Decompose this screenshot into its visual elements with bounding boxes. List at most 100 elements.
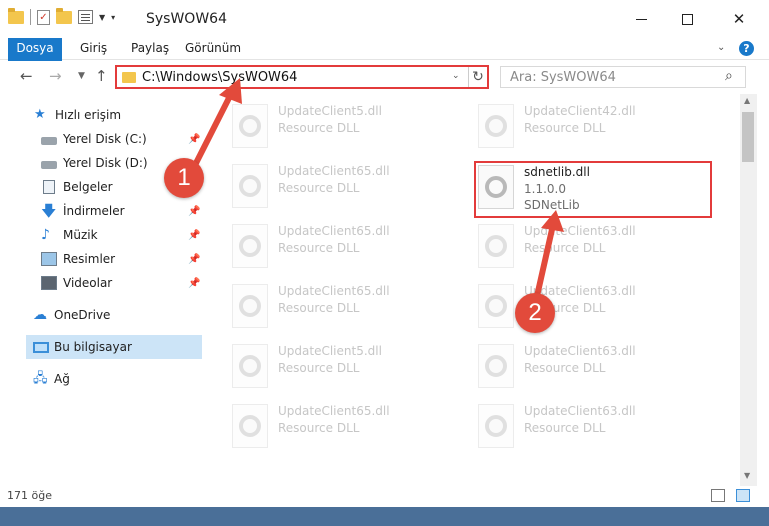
- dll-file-icon: [232, 224, 268, 268]
- gear-icon: [239, 295, 261, 317]
- file-item[interactable]: UpdateClient5.dll Resource DLL: [232, 102, 472, 158]
- sidebar-item-label: Hızlı erişim: [55, 108, 122, 122]
- properties-check-icon[interactable]: ✓: [37, 9, 50, 25]
- gear-icon: [485, 115, 507, 137]
- address-path[interactable]: C:\Windows\SysWOW64: [142, 70, 297, 85]
- expand-ribbon-icon[interactable]: ⌄: [717, 42, 725, 53]
- sidebar-item-label: Müzik: [63, 228, 98, 242]
- address-dropdown-icon[interactable]: ⌄: [452, 71, 460, 81]
- address-bar[interactable]: C:\Windows\SysWOW64 ⌄ ↻: [115, 65, 489, 89]
- ribbon-tabs: Dosya Giriş Paylaş Görünüm ⌄ ?: [0, 38, 769, 94]
- pin-icon[interactable]: 📌: [188, 134, 200, 145]
- file-item[interactable]: UpdateClient5.dll Resource DLL: [232, 342, 472, 398]
- gear-icon: [239, 415, 261, 437]
- recent-locations-icon[interactable]: ▼: [78, 71, 85, 81]
- dll-file-icon: [478, 284, 514, 328]
- file-type: Resource DLL: [278, 421, 360, 435]
- file-list: UpdateClient5.dll Resource DLL UpdateCli…: [204, 94, 740, 484]
- star-icon: ★: [34, 107, 46, 122]
- toolbar-dropdown-icon[interactable]: ▾: [111, 13, 115, 22]
- gear-icon: [239, 235, 261, 257]
- details-view-icon[interactable]: [711, 489, 725, 502]
- sidebar-item-network[interactable]: 🖧 Ağ: [0, 367, 202, 391]
- scroll-up-icon[interactable]: ▲: [744, 96, 750, 105]
- drive-icon: [41, 160, 57, 169]
- sidebar-item-pictures[interactable]: Resimler 📌: [0, 247, 202, 271]
- sidebar-item-label: Yerel Disk (D:): [63, 156, 148, 170]
- gear-icon: [485, 235, 507, 257]
- gear-icon: [485, 415, 507, 437]
- dll-file-icon: [232, 164, 268, 208]
- file-item[interactable]: UpdateClient63.dll Resource DLL: [478, 402, 718, 458]
- scroll-down-icon[interactable]: ▼: [744, 471, 750, 480]
- help-icon[interactable]: ?: [739, 41, 754, 56]
- back-arrow-icon[interactable]: ←: [20, 67, 33, 85]
- pin-icon[interactable]: 📌: [188, 230, 200, 241]
- forward-arrow-icon[interactable]: →: [49, 67, 62, 85]
- file-type: Resource DLL: [524, 421, 606, 435]
- sidebar-item-label: OneDrive: [54, 308, 111, 322]
- file-item[interactable]: UpdateClient63.dll Resource DLL: [478, 222, 718, 278]
- computer-icon: [33, 341, 49, 353]
- gear-icon: [485, 355, 507, 377]
- sidebar-item-this-pc[interactable]: Bu bilgisayar: [26, 335, 202, 359]
- properties-icon[interactable]: [78, 10, 93, 24]
- dll-file-icon: [478, 344, 514, 388]
- search-icon[interactable]: ⌕: [725, 68, 733, 84]
- download-icon: 🡇: [41, 202, 57, 220]
- tab-share[interactable]: Paylaş: [131, 38, 169, 60]
- minimize-button[interactable]: [618, 0, 664, 38]
- minimize-icon: [635, 18, 647, 20]
- sidebar-item-label: Bu bilgisayar: [54, 340, 132, 354]
- pin-icon[interactable]: 📌: [188, 206, 200, 217]
- tab-home[interactable]: Giriş: [80, 38, 107, 60]
- music-icon: ♪: [41, 227, 50, 243]
- status-bar: 171 öğe: [0, 486, 769, 507]
- folder-icon: [8, 7, 24, 24]
- file-item[interactable]: UpdateClient65.dll Resource DLL: [232, 282, 472, 338]
- sidebar-item-downloads[interactable]: 🡇 İndirmeler 📌: [0, 199, 202, 223]
- sidebar-item-label: Videolar: [63, 276, 113, 290]
- file-item[interactable]: UpdateClient42.dll Resource DLL: [478, 102, 718, 158]
- file-item[interactable]: UpdateClient65.dll Resource DLL: [232, 162, 472, 218]
- search-placeholder: Ara: SysWOW64: [510, 70, 616, 85]
- sidebar-item-quick-access[interactable]: ★ Hızlı erişim: [0, 103, 202, 127]
- sidebar-item-local-disk-c[interactable]: Yerel Disk (C:) 📌: [0, 127, 202, 151]
- refresh-icon[interactable]: ↻: [468, 67, 487, 87]
- file-type: Resource DLL: [278, 181, 360, 195]
- sidebar-item-music[interactable]: ♪ Müzik 📌: [0, 223, 202, 247]
- tiles-view-icon[interactable]: [736, 489, 750, 502]
- vertical-scrollbar[interactable]: ▲ ▼: [740, 94, 757, 486]
- navigation-pane: ★ Hızlı erişim Yerel Disk (C:) 📌 Yerel D…: [0, 94, 204, 484]
- scrollbar-thumb[interactable]: [742, 112, 754, 162]
- toolbar-divider: [30, 9, 31, 25]
- tab-view[interactable]: Görünüm: [185, 38, 241, 60]
- file-name: UpdateClient63.dll: [524, 344, 636, 358]
- new-folder-icon[interactable]: [56, 7, 72, 24]
- file-item[interactable]: UpdateClient63.dll Resource DLL: [478, 342, 718, 398]
- up-arrow-icon[interactable]: ↑: [95, 67, 108, 85]
- maximize-button[interactable]: [664, 0, 710, 38]
- file-name: UpdateClient42.dll: [524, 104, 636, 118]
- dll-file-icon: [232, 344, 268, 388]
- step-badge-1: 1: [164, 158, 204, 198]
- dll-file-icon: [478, 224, 514, 268]
- sidebar-item-videos[interactable]: Videolar 📌: [0, 271, 202, 295]
- close-button[interactable]: ✕: [716, 0, 762, 38]
- gear-icon: [485, 295, 507, 317]
- dll-file-icon: [478, 404, 514, 448]
- file-item[interactable]: UpdateClient65.dll Resource DLL: [232, 222, 472, 278]
- file-item[interactable]: UpdateClient65.dll Resource DLL: [232, 402, 472, 458]
- file-name: UpdateClient5.dll: [278, 344, 382, 358]
- dll-file-icon: [232, 284, 268, 328]
- customize-toolbar-caret-icon[interactable]: ▼: [99, 13, 105, 22]
- sidebar-item-onedrive[interactable]: ☁ OneDrive: [0, 303, 202, 327]
- gear-icon: [239, 115, 261, 137]
- pin-icon[interactable]: 📌: [188, 254, 200, 265]
- file-item[interactable]: UpdateClient63.dll Resource DLL: [478, 282, 718, 338]
- search-input[interactable]: Ara: SysWOW64 ⌕: [500, 66, 746, 88]
- gear-icon: [239, 355, 261, 377]
- document-icon: [43, 180, 55, 194]
- pin-icon[interactable]: 📌: [188, 278, 200, 289]
- title-bar: ✓ ▼ ▾ SysWOW64 ✕: [0, 0, 769, 38]
